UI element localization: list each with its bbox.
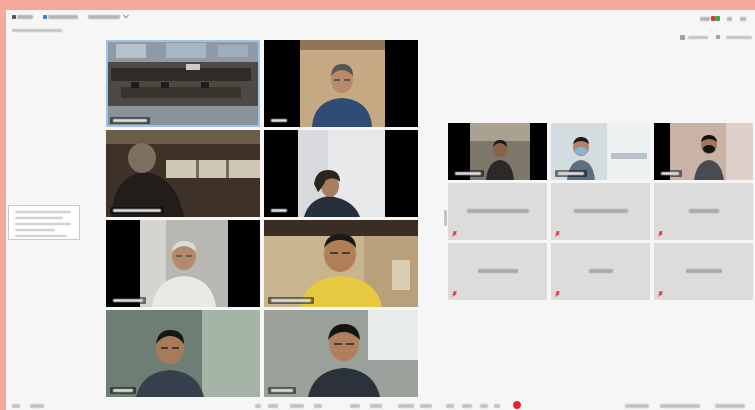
control-button[interactable]	[462, 404, 472, 408]
participant-name	[466, 209, 529, 213]
meeting-subtitle	[12, 29, 62, 32]
video-tile[interactable]	[106, 310, 260, 397]
view-icon[interactable]	[716, 35, 720, 39]
participant-name-tag	[555, 170, 587, 177]
view-mode-menu[interactable]	[88, 15, 120, 19]
control-button[interactable]	[255, 404, 261, 408]
video-tile[interactable]	[106, 130, 260, 217]
participant-name-tag	[110, 387, 136, 394]
bottom-left-item[interactable]	[30, 404, 44, 408]
toolbar-item[interactable]	[48, 15, 78, 19]
participant-name-tag	[268, 387, 296, 394]
control-button[interactable]	[350, 404, 360, 408]
video-off-tile[interactable]	[654, 243, 753, 300]
video-tile[interactable]	[106, 220, 260, 307]
close-button[interactable]	[740, 17, 746, 21]
control-button[interactable]	[398, 404, 414, 408]
video-tile[interactable]	[264, 310, 418, 397]
control-button[interactable]	[268, 404, 278, 408]
participant-name	[688, 209, 719, 213]
panel-splitter-handle[interactable]	[444, 210, 447, 226]
mic-muted-icon	[658, 231, 663, 237]
video-tile[interactable]	[654, 123, 753, 180]
record-icon[interactable]	[513, 401, 521, 409]
participant-name-tag	[110, 297, 146, 304]
participant-name-tag	[268, 297, 314, 304]
control-button[interactable]	[446, 404, 454, 408]
participant-video	[264, 310, 418, 397]
meeting-icon[interactable]	[12, 15, 16, 19]
shared-content-thumbnail[interactable]	[8, 205, 80, 240]
video-off-tile[interactable]	[551, 183, 650, 240]
mic-muted-icon	[452, 291, 457, 297]
participant-video	[106, 310, 260, 397]
participant-name-tag	[268, 117, 290, 124]
participant-video	[106, 40, 260, 127]
control-button[interactable]	[420, 404, 432, 408]
toolbar-item-right[interactable]	[726, 36, 752, 39]
control-button[interactable]	[314, 404, 322, 408]
bottom-right-item[interactable]	[715, 404, 745, 408]
mic-muted-icon	[452, 231, 457, 237]
participant-name	[477, 269, 518, 273]
participant-name	[573, 209, 628, 213]
toolbar-item-right[interactable]	[688, 36, 708, 39]
video-off-tile[interactable]	[551, 243, 650, 300]
participant-name-tag	[658, 170, 682, 177]
toolbar-item-right[interactable]	[700, 17, 710, 21]
video-tile[interactable]	[106, 40, 260, 127]
participant-name	[588, 269, 613, 273]
video-off-tile[interactable]	[654, 183, 753, 240]
participant-name-tag	[110, 117, 150, 124]
minimize-button[interactable]	[727, 17, 732, 21]
participant-name-tag	[110, 207, 164, 214]
video-tile[interactable]	[264, 130, 418, 217]
control-button[interactable]	[290, 404, 304, 408]
video-tile[interactable]	[448, 123, 547, 180]
participant-video	[106, 130, 260, 217]
layout-icon[interactable]	[680, 35, 685, 40]
bottom-left-item[interactable]	[12, 404, 20, 408]
status-indicator-icon	[711, 16, 720, 21]
video-tile[interactable]	[264, 220, 418, 307]
video-tile[interactable]	[551, 123, 650, 180]
participant-name-tag	[452, 170, 484, 177]
control-button[interactable]	[370, 404, 382, 408]
meeting-info-icon[interactable]	[43, 15, 47, 19]
mic-muted-icon	[555, 291, 560, 297]
participant-video	[264, 130, 418, 217]
video-off-tile[interactable]	[448, 243, 547, 300]
participant-video	[106, 220, 260, 307]
toolbar-item[interactable]	[17, 15, 33, 19]
mic-muted-icon	[555, 231, 560, 237]
bottom-right-item[interactable]	[660, 404, 700, 408]
participant-video	[264, 40, 418, 127]
control-button[interactable]	[480, 404, 488, 408]
screen	[0, 0, 755, 410]
participant-name-tag	[268, 207, 290, 214]
chevron-down-icon[interactable]	[123, 14, 129, 19]
mic-muted-icon	[658, 291, 663, 297]
control-button[interactable]	[494, 404, 500, 408]
bottom-right-item[interactable]	[625, 404, 649, 408]
participant-video	[264, 220, 418, 307]
video-off-tile[interactable]	[448, 183, 547, 240]
participant-name	[685, 269, 722, 273]
video-tile[interactable]	[264, 40, 418, 127]
